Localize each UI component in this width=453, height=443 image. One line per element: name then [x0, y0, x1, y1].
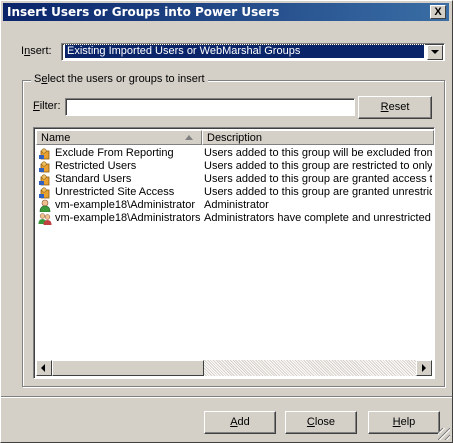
- group-icon: [38, 147, 52, 160]
- close-button[interactable]: Close: [285, 411, 357, 434]
- user-icon: [38, 199, 52, 212]
- column-header-description[interactable]: Description: [202, 130, 434, 145]
- arrow-right-icon: [422, 364, 426, 372]
- list-item[interactable]: Restricted Users Users added to this gro…: [36, 160, 432, 173]
- group-icon: [38, 173, 52, 186]
- list-item[interactable]: Standard Users Users added to this group…: [36, 173, 432, 186]
- users-icon: [38, 212, 52, 225]
- group-label: Select the users or groups to insert: [31, 73, 208, 85]
- insert-label: Insert:: [21, 45, 52, 57]
- insert-dropdown-value: Existing Imported Users or WebMarshal Gr…: [64, 44, 425, 59]
- help-button[interactable]: Help: [368, 411, 440, 434]
- list-item[interactable]: vm-example18\Administrator Administrator: [36, 199, 432, 212]
- insert-dropdown[interactable]: Existing Imported Users or WebMarshal Gr…: [61, 43, 445, 61]
- add-button[interactable]: Add: [204, 411, 276, 434]
- dropdown-button[interactable]: [427, 45, 443, 60]
- dialog-window: Insert Users or Groups into Power Users …: [0, 0, 453, 443]
- group-icon: [38, 186, 52, 199]
- divider: [1, 396, 452, 398]
- window-title: Insert Users or Groups into Power Users: [7, 5, 280, 19]
- scrollbar-thumb[interactable]: [52, 360, 204, 376]
- filter-label: Filter:: [33, 100, 61, 112]
- list-item[interactable]: Unrestricted Site Access Users added to …: [36, 186, 432, 199]
- arrow-left-icon: [41, 364, 45, 372]
- column-header-name[interactable]: Name: [36, 130, 202, 145]
- resize-grip[interactable]: [438, 428, 450, 440]
- group-icon: [38, 160, 52, 173]
- scroll-right-button[interactable]: [416, 360, 432, 376]
- chevron-down-icon: [431, 50, 439, 54]
- sort-ascending-icon: [185, 135, 193, 140]
- reset-button[interactable]: Reset: [358, 96, 432, 119]
- filter-input[interactable]: [65, 98, 355, 116]
- list-item[interactable]: vm-example18\Administrators Administrato…: [36, 212, 432, 225]
- close-window-button[interactable]: X: [430, 5, 446, 19]
- list-item[interactable]: Exclude From Reporting Users added to th…: [36, 147, 432, 160]
- scroll-left-button[interactable]: [36, 360, 52, 376]
- title-bar[interactable]: Insert Users or Groups into Power Users …: [3, 3, 449, 21]
- horizontal-scrollbar[interactable]: [36, 360, 432, 376]
- users-groups-list[interactable]: Name Description Exclude From Reporting …: [33, 127, 435, 379]
